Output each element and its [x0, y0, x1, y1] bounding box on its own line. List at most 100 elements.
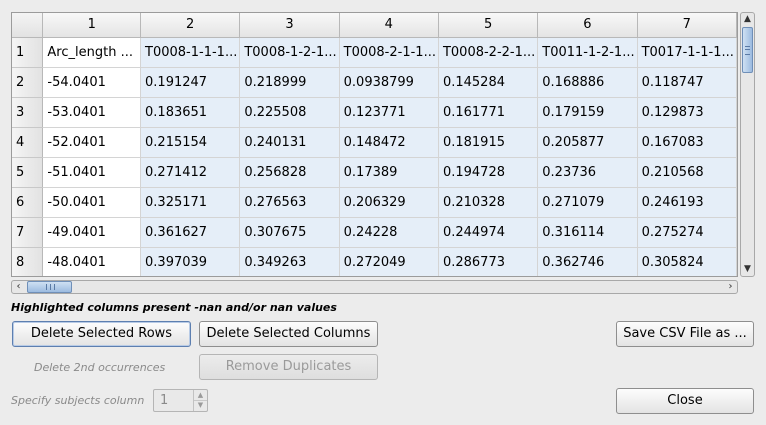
table-cell[interactable]: 0.168886 — [537, 67, 638, 98]
table-cell[interactable]: 0.179159 — [537, 97, 638, 128]
column-header[interactable]: 1 — [42, 13, 142, 38]
table-row[interactable]: 6 -50.0401 0.325171 0.276563 0.206329 0.21032… — [12, 187, 737, 218]
table-cell[interactable]: -48.0401 — [42, 247, 142, 276]
table-cell[interactable]: 0.272049 — [339, 247, 439, 276]
table-cell[interactable]: 0.167083 — [637, 127, 737, 158]
save-csv-button[interactable]: Save CSV File as ... — [616, 321, 754, 347]
horizontal-scroll-thumb[interactable] — [27, 281, 72, 293]
table-cell[interactable]: 0.206329 — [339, 187, 439, 218]
table-cell[interactable]: 0.362746 — [537, 247, 638, 276]
table-cell[interactable]: T0008-2-1-1... — [339, 37, 439, 68]
table-row[interactable]: 1 Arc_length ... T0008-1-1-1... T0008-1-2-1… — [12, 37, 737, 68]
nan-notice: Highlighted columns present -nan and/or … — [11, 301, 337, 314]
table-cell[interactable]: T0017-1-1-1... — [637, 37, 737, 68]
column-header-row: 1 2 3 4 5 6 7 — [12, 13, 737, 38]
table-cell[interactable]: 0.194728 — [438, 157, 539, 188]
table-row[interactable]: 5 -51.0401 0.271412 0.256828 0.17389 0.194728… — [12, 157, 737, 188]
table-cell[interactable]: -49.0401 — [42, 217, 142, 248]
table-cell[interactable]: -50.0401 — [42, 187, 142, 218]
column-header[interactable]: 3 — [239, 13, 340, 38]
table-cell[interactable]: 0.361627 — [140, 217, 241, 248]
table-cell[interactable]: -54.0401 — [42, 67, 142, 98]
vertical-scrollbar[interactable]: ▲ ▼ — [740, 12, 755, 277]
row-header[interactable]: 3 — [12, 97, 44, 128]
table-cell[interactable]: 0.286773 — [438, 247, 539, 276]
table-row[interactable]: 3 -53.0401 0.183651 0.225508 0.123771 0.16177… — [12, 97, 737, 128]
table-cell[interactable]: -52.0401 — [42, 127, 142, 158]
chevron-up-icon[interactable]: ▲ — [741, 13, 754, 26]
row-header[interactable]: 2 — [12, 67, 44, 98]
table-cell[interactable]: 0.397039 — [140, 247, 241, 276]
vertical-scroll-thumb[interactable] — [742, 27, 753, 73]
table-cell[interactable]: 0.191247 — [140, 67, 241, 98]
table-cell[interactable]: 0.118747 — [637, 67, 737, 98]
table-cell[interactable]: 0.17389 — [339, 157, 439, 188]
table-cell[interactable]: 0.349263 — [239, 247, 340, 276]
table-cell[interactable]: 0.210568 — [637, 157, 737, 188]
table-row[interactable]: 4 -52.0401 0.215154 0.240131 0.148472 0.18191… — [12, 127, 737, 158]
remove-duplicates-button[interactable]: Remove Duplicates — [199, 354, 378, 380]
table-cell[interactable]: 0.271412 — [140, 157, 241, 188]
table-cell[interactable]: 0.129873 — [637, 97, 737, 128]
subjects-column-label: Specify subjects column — [11, 394, 145, 407]
table-cell[interactable]: 0.215154 — [140, 127, 241, 158]
spin-down-icon[interactable]: ▼ — [194, 400, 207, 410]
row-header[interactable]: 4 — [12, 127, 44, 158]
horizontal-scrollbar[interactable]: ‹ › — [11, 280, 738, 294]
table-cell[interactable]: 0.0938799 — [339, 67, 439, 98]
table-cell[interactable]: 0.205877 — [537, 127, 638, 158]
delete-selected-rows-button[interactable]: Delete Selected Rows — [12, 321, 191, 347]
table-cell[interactable]: 0.210328 — [438, 187, 539, 218]
csv-table-view[interactable]: 1 2 3 4 5 6 7 1 Arc_length ... T0008-1-1-1… — [11, 12, 738, 277]
table-cell[interactable]: 0.244974 — [438, 217, 539, 248]
table-cell[interactable]: 0.183651 — [140, 97, 241, 128]
chevron-down-icon[interactable]: ▼ — [741, 263, 754, 276]
table-cell[interactable]: T0008-1-1-1... — [140, 37, 241, 68]
table-cell[interactable]: 0.181915 — [438, 127, 539, 158]
row-header[interactable]: 5 — [12, 157, 44, 188]
table-cell[interactable]: -51.0401 — [42, 157, 142, 188]
table-corner-button[interactable] — [12, 13, 44, 38]
column-header[interactable]: 7 — [637, 13, 737, 38]
row-header[interactable]: 7 — [12, 217, 44, 248]
table-cell[interactable]: 0.24228 — [339, 217, 439, 248]
table-cell[interactable]: 0.161771 — [438, 97, 539, 128]
table-cell[interactable]: 0.23736 — [537, 157, 638, 188]
table-cell[interactable]: 0.123771 — [339, 97, 439, 128]
column-header[interactable]: 2 — [140, 13, 241, 38]
table-cell[interactable]: 0.148472 — [339, 127, 439, 158]
subjects-column-spinbox[interactable]: 1 ▲ ▼ — [153, 389, 208, 412]
table-row[interactable]: 8 -48.0401 0.397039 0.349263 0.272049 0.28677… — [12, 247, 737, 276]
table-cell[interactable]: 0.305824 — [637, 247, 737, 276]
row-header[interactable]: 1 — [12, 37, 44, 68]
table-cell[interactable]: 0.240131 — [239, 127, 340, 158]
table-cell[interactable]: Arc_length ... — [42, 37, 142, 68]
table-row[interactable]: 2 -54.0401 0.191247 0.218999 0.0938799 0.1452… — [12, 67, 737, 98]
row-header[interactable]: 6 — [12, 187, 44, 218]
table-cell[interactable]: 0.256828 — [239, 157, 340, 188]
table-cell[interactable]: 0.275274 — [637, 217, 737, 248]
table-cell[interactable]: 0.225508 — [239, 97, 340, 128]
table-cell[interactable]: 0.276563 — [239, 187, 340, 218]
row-header[interactable]: 8 — [12, 247, 44, 276]
table-row[interactable]: 7 -49.0401 0.361627 0.307675 0.24228 0.244974… — [12, 217, 737, 248]
table-cell[interactable]: 0.325171 — [140, 187, 241, 218]
column-header[interactable]: 6 — [537, 13, 638, 38]
table-cell[interactable]: -53.0401 — [42, 97, 142, 128]
column-header[interactable]: 4 — [339, 13, 439, 38]
delete-2nd-occurrences-label: Delete 2nd occurrences — [34, 361, 166, 374]
close-button[interactable]: Close — [616, 388, 754, 414]
table-cell[interactable]: T0008-1-2-1... — [239, 37, 340, 68]
table-cell[interactable]: 0.218999 — [239, 67, 340, 98]
table-cell[interactable]: 0.316114 — [537, 217, 638, 248]
table-cell[interactable]: 0.271079 — [537, 187, 638, 218]
column-header[interactable]: 5 — [438, 13, 539, 38]
chevron-right-icon[interactable]: › — [724, 281, 737, 293]
table-cell[interactable]: 0.246193 — [637, 187, 737, 218]
table-cell[interactable]: T0011-1-2-1... — [537, 37, 638, 68]
chevron-left-icon[interactable]: ‹ — [12, 281, 25, 293]
table-cell[interactable]: 0.307675 — [239, 217, 340, 248]
delete-selected-columns-button[interactable]: Delete Selected Columns — [199, 321, 378, 347]
table-cell[interactable]: T0008-2-2-1... — [438, 37, 539, 68]
table-cell[interactable]: 0.145284 — [438, 67, 539, 98]
